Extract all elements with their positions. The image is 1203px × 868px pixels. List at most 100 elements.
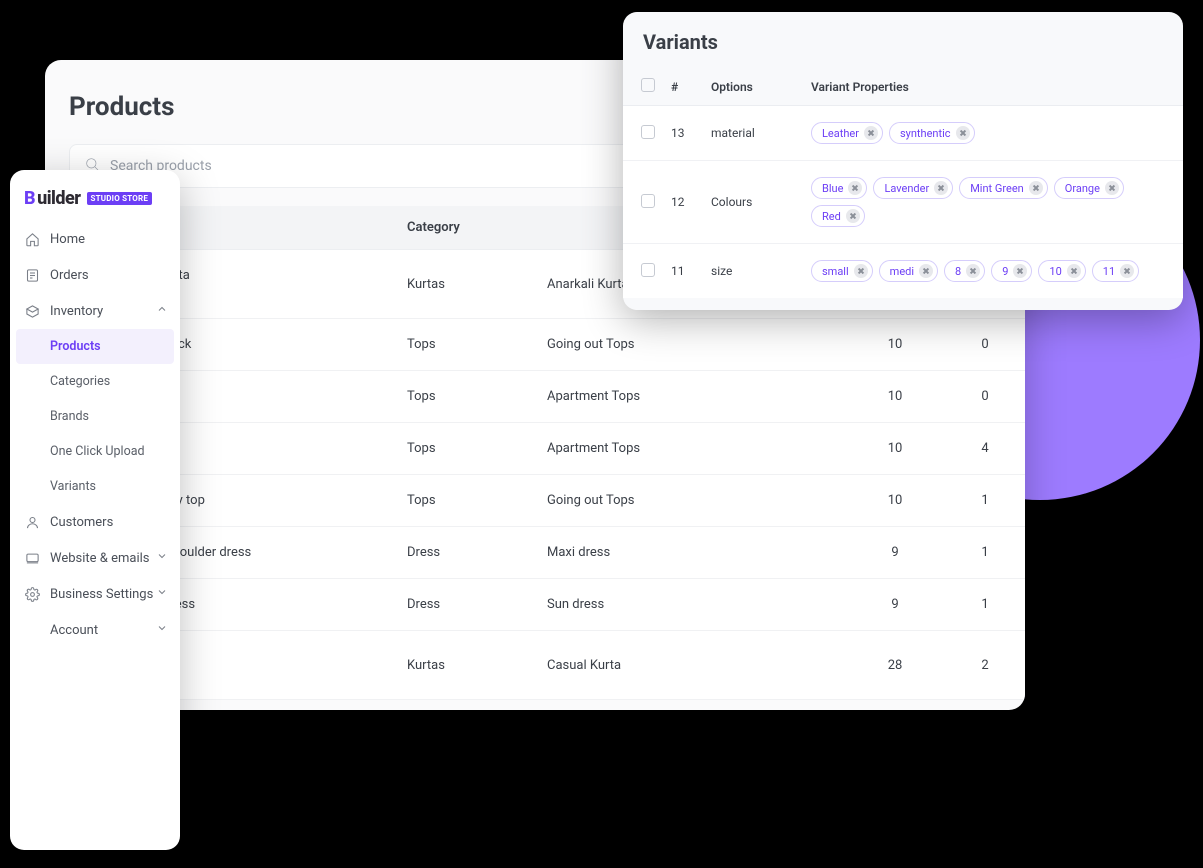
sidebar-item-home[interactable]: Home — [10, 221, 180, 257]
close-icon[interactable] — [1067, 264, 1081, 278]
variant-chip[interactable]: synthentic — [889, 122, 975, 144]
product-count2: 1 — [945, 475, 1025, 527]
row-checkbox[interactable] — [641, 125, 655, 139]
chip-label: 8 — [955, 265, 961, 278]
sidebar-item-one-click-upload[interactable]: One Click Upload — [10, 434, 180, 469]
brand-logo[interactable]: Builder STUDIO STORE — [10, 188, 180, 221]
table-row[interactable]: Tank topTopsApartment Tops104 — [45, 423, 1025, 475]
variant-num: 13 — [663, 106, 703, 161]
product-count1: 28 — [845, 631, 945, 700]
product-subcategory: Going out Tops — [535, 319, 845, 371]
sidebar-item-label: Account — [50, 623, 98, 638]
product-category: Tops — [395, 475, 535, 527]
product-count1: 10 — [845, 319, 945, 371]
column-header-num[interactable]: # — [663, 68, 703, 106]
row-checkbox[interactable] — [641, 194, 655, 208]
column-header-options[interactable]: Options — [703, 68, 803, 106]
close-icon[interactable] — [1013, 264, 1027, 278]
variant-num: 12 — [663, 161, 703, 244]
product-count1: 10 — [845, 371, 945, 423]
product-category: Tops — [395, 319, 535, 371]
variants-panel: Variants # Options Variant Properties 13… — [623, 12, 1183, 310]
close-icon[interactable] — [934, 181, 948, 195]
table-row[interactable]: Turqoise Off-the-shoulder dressDressMaxi… — [45, 527, 1025, 579]
sidebar-item-brands[interactable]: Brands — [10, 399, 180, 434]
column-header-category[interactable]: Category — [395, 206, 535, 250]
sidebar-item-products[interactable]: Products — [16, 329, 174, 364]
chip-label: 11 — [1103, 265, 1115, 278]
variant-chips: Blue Lavender Mint Green Orange Red — [811, 177, 1175, 227]
sidebar-item-customers[interactable]: Customers — [10, 504, 180, 540]
variant-chip[interactable]: Leather — [811, 122, 883, 144]
sidebar-item-label: Home — [50, 232, 85, 247]
nav-icon — [24, 622, 40, 638]
table-row[interactable]: Slim fitted TurtleneckTopsGoing out Tops… — [45, 319, 1025, 371]
variants-table: # Options Variant Properties 13material L… — [623, 68, 1183, 298]
product-count1: 10 — [845, 423, 945, 475]
sidebar-item-inventory[interactable]: Inventory — [10, 293, 180, 329]
chip-label: Leather — [822, 127, 859, 140]
product-subcategory: Casual Kurta — [535, 631, 845, 700]
variant-chip[interactable]: small — [811, 260, 873, 282]
product-category: Kurtas — [395, 631, 535, 700]
sidebar-item-orders[interactable]: Orders — [10, 257, 180, 293]
variant-chip[interactable]: Orange — [1054, 177, 1124, 199]
sidebar-item-business-settings[interactable]: Business Settings — [10, 576, 180, 612]
variant-chip[interactable]: 11 — [1092, 260, 1139, 282]
close-icon[interactable] — [846, 209, 860, 223]
variant-option: size — [703, 244, 803, 299]
variant-chip[interactable]: Blue — [811, 177, 867, 199]
variant-option: material — [703, 106, 803, 161]
sidebar-item-website-emails[interactable]: Website & emails — [10, 540, 180, 576]
table-row[interactable]: Long-sleeved jersey topTopsGoing out Top… — [45, 475, 1025, 527]
product-category: Kurtas — [395, 250, 535, 319]
close-icon[interactable] — [919, 264, 933, 278]
product-subcategory: Sun dress — [535, 579, 845, 631]
variant-chip[interactable]: Lavender — [873, 177, 953, 199]
product-subcategory: Going out Tops — [535, 475, 845, 527]
column-header-props[interactable]: Variant Properties — [803, 68, 1183, 106]
variants-title: Variants — [623, 30, 1183, 68]
table-row: 13material Leather synthentic — [623, 106, 1183, 161]
product-count2: 4 — [945, 423, 1025, 475]
chip-label: 9 — [1002, 265, 1008, 278]
close-icon[interactable] — [1120, 264, 1134, 278]
sidebar-item-label: Brands — [50, 409, 89, 424]
table-row[interactable]: Pink Polka Shirt dressDressSun dress91 — [45, 579, 1025, 631]
nav-icon — [24, 231, 40, 247]
product-count2: 2 — [945, 631, 1025, 700]
chip-label: Red — [822, 210, 841, 223]
variant-chip[interactable]: 10 — [1038, 260, 1085, 282]
close-icon[interactable] — [848, 181, 862, 195]
chip-label: small — [822, 265, 849, 278]
close-icon[interactable] — [966, 264, 980, 278]
nav-icon — [24, 586, 40, 602]
close-icon[interactable] — [854, 264, 868, 278]
close-icon[interactable] — [864, 126, 878, 140]
chevron-down-icon — [156, 622, 168, 638]
sidebar-item-label: Products — [50, 339, 101, 354]
sidebar-item-variants[interactable]: Variants — [10, 469, 180, 504]
variant-chips: Leather synthentic — [811, 122, 1175, 144]
sidebar-item-categories[interactable]: Categories — [10, 364, 180, 399]
column-header-checkbox[interactable] — [623, 68, 663, 106]
variant-chip[interactable]: 8 — [944, 260, 985, 282]
row-checkbox[interactable] — [641, 263, 655, 277]
chevron-down-icon — [156, 586, 168, 602]
close-icon[interactable] — [1105, 181, 1119, 195]
variant-chip[interactable]: 9 — [991, 260, 1032, 282]
brand-prefix: B — [24, 188, 35, 209]
chip-label: synthentic — [900, 127, 951, 140]
chip-label: medi — [890, 265, 914, 278]
sidebar-item-account[interactable]: Account — [10, 612, 180, 648]
close-icon[interactable] — [956, 126, 970, 140]
nav-list: Home OrdersInventory Products Categories Bra… — [10, 221, 180, 648]
variant-chip[interactable]: medi — [879, 260, 938, 282]
variant-chip[interactable]: Red — [811, 205, 865, 227]
sidebar: Builder STUDIO STORE Home OrdersInventory… — [10, 170, 180, 850]
close-icon[interactable] — [1029, 181, 1043, 195]
table-row[interactable]: Oversized T- shirtTopsApartment Tops100 — [45, 371, 1025, 423]
chip-label: Orange — [1065, 182, 1100, 195]
table-row[interactable]: Printed Long kurtawith variantsKurtasCas… — [45, 631, 1025, 700]
variant-chip[interactable]: Mint Green — [959, 177, 1048, 199]
